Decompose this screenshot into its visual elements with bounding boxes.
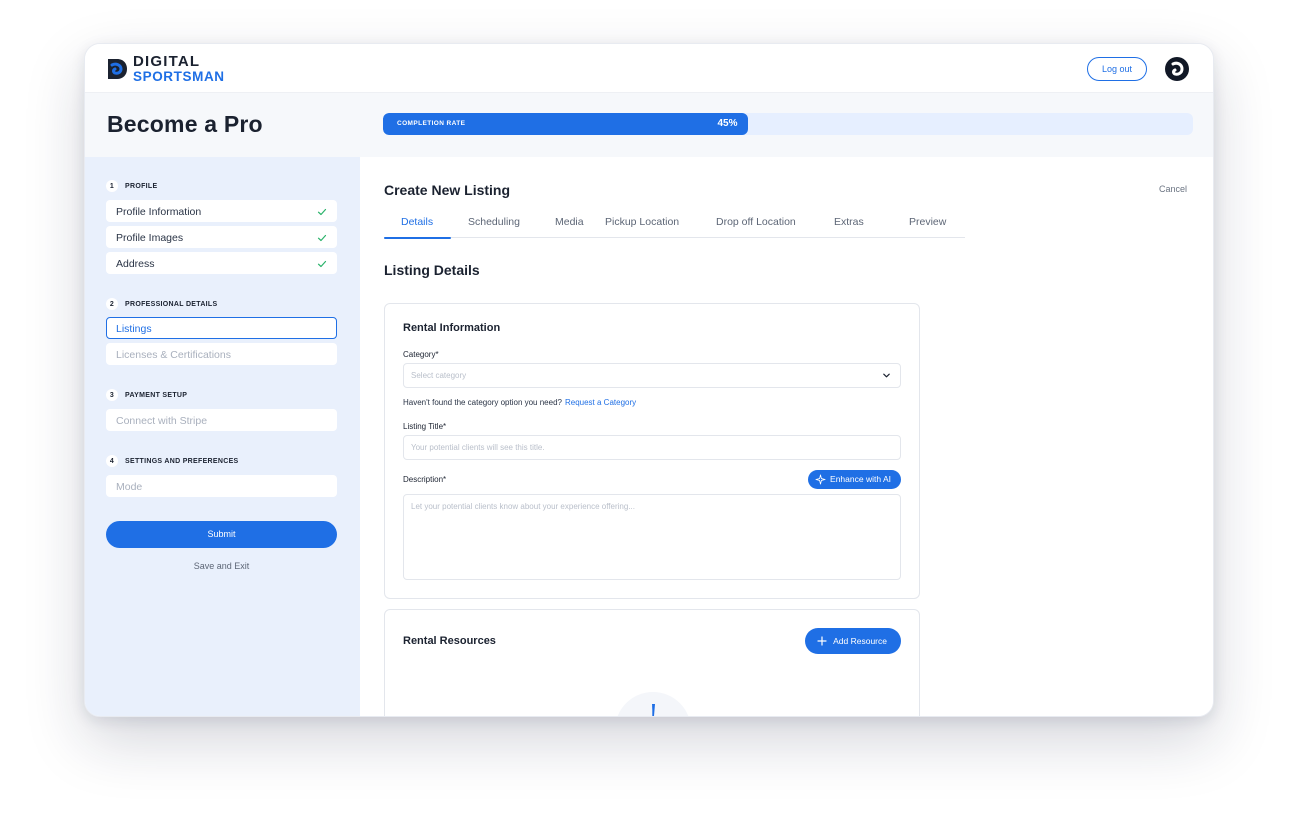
required-mark: * (435, 350, 439, 359)
create-listing-title: Create New Listing (384, 182, 511, 198)
sidebar-item-profile-information[interactable]: Profile Information (106, 200, 337, 222)
section-label: PROFILE (125, 182, 158, 190)
card-title: Rental Information (403, 322, 501, 334)
section-payment-setup: 3 PAYMENT SETUP (106, 389, 187, 401)
fishing-lure-icon (652, 704, 655, 716)
listing-title-label-text: Listing Title (403, 422, 444, 431)
enhance-label: Enhance with AI (830, 474, 891, 484)
sidebar-item-mode[interactable]: Mode (106, 475, 337, 497)
app-window: DIGITAL SPORTSMAN Log out Become a Pro C… (84, 43, 1214, 717)
user-logo-icon (1171, 61, 1184, 76)
section-profile: 1 PROFILE (106, 180, 157, 192)
listing-tabs: Details Scheduling Media Pickup Location… (384, 212, 965, 239)
tab-drop-off-location[interactable]: Drop off Location (716, 216, 796, 228)
progress-label: COMPLETION RATE (397, 120, 466, 127)
progress-percentage: 45% (717, 118, 738, 129)
logo-text: DIGITAL SPORTSMAN (133, 54, 225, 84)
sidebar-item-label: Mode (116, 481, 143, 493)
add-resource-label: Add Resource (833, 636, 887, 646)
add-resource-button[interactable]: Add Resource (805, 628, 901, 654)
tab-media[interactable]: Media (555, 216, 584, 228)
category-placeholder: Select category (411, 371, 467, 380)
section-title: Listing Details (384, 262, 480, 278)
section-professional-details: 2 PROFESSIONAL DETAILS (106, 298, 217, 310)
sidebar-item-licenses[interactable]: Licenses & Certifications (106, 343, 337, 365)
cancel-link[interactable]: Cancel (1159, 184, 1187, 194)
sparkle-icon (815, 474, 826, 485)
enhance-with-ai-button[interactable]: Enhance with AI (808, 470, 901, 489)
tab-label: Details (401, 216, 434, 228)
step-number: 4 (106, 455, 118, 467)
header-band: Become a Pro COMPLETION RATE 45% (85, 93, 1213, 157)
sidebar-item-label: Licenses & Certifications (116, 349, 231, 361)
description-label-text: Description (403, 475, 444, 484)
sidebar-item-label: Address (116, 258, 155, 270)
rental-resources-card: Rental Resources Add Resource (384, 609, 920, 716)
rental-information-card: Rental Information Category* Select cate… (384, 303, 920, 599)
logo-line2: SPORTSMAN (133, 69, 225, 85)
category-helper: Haven't found the category option you ne… (403, 398, 636, 407)
category-select[interactable]: Select category (403, 363, 901, 388)
progress-fill: COMPLETION RATE 45% (383, 113, 748, 135)
required-mark: * (443, 475, 447, 484)
sidebar-item-connect-stripe[interactable]: Connect with Stripe (106, 409, 337, 431)
save-and-exit-link[interactable]: Save and Exit (106, 561, 337, 571)
step-number: 3 (106, 389, 118, 401)
plus-icon (817, 636, 827, 646)
sidebar-item-profile-images[interactable]: Profile Images (106, 226, 337, 248)
chevron-down-icon (883, 373, 890, 378)
sidebar-item-label: Connect with Stripe (116, 415, 208, 427)
sidebar-item-listings[interactable]: Listings (106, 317, 337, 339)
sidebar-item-label: Profile Images (116, 232, 184, 244)
empty-state-illustration (615, 692, 691, 716)
completion-progress-bar: COMPLETION RATE 45% (383, 113, 1193, 135)
category-label-text: Category (403, 350, 436, 359)
step-number: 2 (106, 298, 118, 310)
section-label: SETTINGS AND PREFERENCES (125, 457, 239, 465)
logo-line1: DIGITAL (133, 53, 201, 71)
sidebar-item-label: Listings (116, 323, 152, 335)
page-title: Become a Pro (107, 111, 263, 137)
submit-button[interactable]: Submit (106, 521, 337, 548)
tab-preview[interactable]: Preview (909, 216, 946, 228)
logo-mark-icon (108, 59, 127, 79)
sidebar: 1 PROFILE Profile Information Profile Im… (85, 157, 360, 716)
description-textarea[interactable]: Let your potential clients know about yo… (403, 494, 901, 580)
section-label: PAYMENT SETUP (125, 391, 188, 399)
tab-scheduling[interactable]: Scheduling (468, 216, 520, 228)
active-tab-indicator (384, 237, 451, 239)
listing-title-placeholder: Your potential clients will see this tit… (411, 443, 545, 452)
section-label: PROFESSIONAL DETAILS (125, 300, 218, 308)
tab-extras[interactable]: Extras (834, 216, 864, 228)
main-content: Create New Listing Cancel Details Schedu… (360, 157, 1213, 716)
tab-details[interactable]: Details (401, 216, 433, 228)
sidebar-item-address[interactable]: Address (106, 252, 337, 274)
request-category-link[interactable]: Request a Category (565, 398, 636, 407)
category-label: Category* (403, 350, 439, 359)
sidebar-item-label: Profile Information (116, 206, 202, 218)
check-icon (317, 260, 327, 268)
step-number: 1 (106, 180, 118, 192)
card-title: Rental Resources (403, 635, 496, 647)
helper-text: Haven't found the category option you ne… (403, 398, 562, 407)
listing-title-input[interactable]: Your potential clients will see this tit… (403, 435, 901, 460)
tab-pickup-location[interactable]: Pickup Location (605, 216, 679, 228)
top-bar: DIGITAL SPORTSMAN Log out (85, 44, 1213, 93)
section-settings: 4 SETTINGS AND PREFERENCES (106, 455, 239, 467)
check-icon (317, 234, 327, 242)
logo[interactable]: DIGITAL SPORTSMAN (105, 54, 225, 84)
avatar[interactable] (1165, 57, 1189, 81)
required-mark: * (443, 422, 447, 431)
logout-button[interactable]: Log out (1086, 57, 1147, 81)
check-icon (317, 208, 327, 216)
listing-title-label: Listing Title* (403, 422, 446, 431)
description-label: Description* (403, 475, 446, 484)
description-placeholder: Let your potential clients know about yo… (411, 502, 635, 511)
